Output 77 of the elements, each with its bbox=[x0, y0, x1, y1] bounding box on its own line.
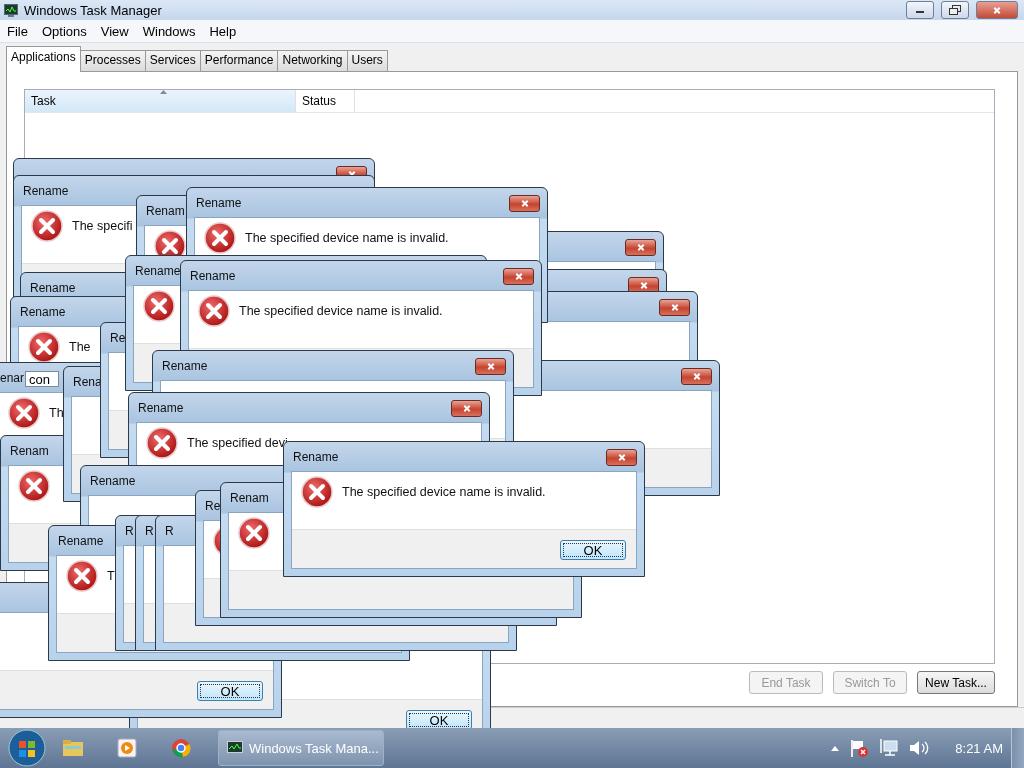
dialog-title: Rename bbox=[30, 280, 76, 295]
tab[interactable]: Performance bbox=[199, 50, 279, 71]
dialog-title: R bbox=[165, 523, 174, 538]
close-button[interactable] bbox=[681, 368, 712, 385]
app-icon bbox=[227, 741, 243, 755]
dialog-title: Re bbox=[110, 330, 126, 345]
dialog-title: Rename bbox=[20, 304, 66, 319]
app-icon bbox=[4, 3, 18, 17]
error-message: Th bbox=[49, 406, 64, 420]
menu-item[interactable]: Help bbox=[202, 23, 244, 39]
dialog-title: Rename bbox=[293, 449, 339, 464]
ok-button[interactable]: OK bbox=[406, 710, 472, 728]
dialog-title: Rename bbox=[162, 358, 208, 373]
dialog-title: Rename bbox=[135, 263, 181, 278]
close-button[interactable] bbox=[625, 239, 656, 256]
dialog-title: R bbox=[145, 523, 154, 538]
dialog-title: Rename bbox=[196, 195, 242, 210]
close-icon bbox=[513, 272, 524, 281]
dialog-title: enar bbox=[0, 370, 25, 385]
tab[interactable]: Networking bbox=[277, 50, 348, 71]
minimize-button[interactable] bbox=[906, 1, 934, 19]
tab[interactable]: Processes bbox=[79, 50, 146, 71]
error-message: The specified device name is invalid. bbox=[239, 304, 443, 318]
browser-icon[interactable] bbox=[171, 738, 191, 758]
close-button[interactable] bbox=[475, 358, 506, 375]
caret-icon[interactable] bbox=[831, 745, 840, 751]
close-icon bbox=[485, 362, 496, 371]
dialog-title: Rename bbox=[58, 533, 104, 548]
close-icon bbox=[669, 303, 680, 312]
speaker-icon[interactable] bbox=[909, 740, 930, 756]
error-message: T bbox=[107, 569, 115, 583]
close-button[interactable] bbox=[503, 268, 534, 285]
close-icon bbox=[691, 372, 702, 381]
close-icon bbox=[638, 281, 649, 290]
close-icon bbox=[992, 5, 1002, 15]
dialog-title: Re bbox=[205, 498, 221, 513]
close-icon bbox=[616, 453, 627, 462]
dialog-title: R bbox=[125, 523, 134, 538]
dialog-title: Rename bbox=[90, 473, 136, 488]
dialog-title: Renam bbox=[10, 443, 49, 458]
tab[interactable]: Users bbox=[346, 50, 388, 71]
dialog-title: Renam bbox=[146, 203, 185, 218]
error-message: The specifi bbox=[72, 219, 133, 233]
close-button[interactable] bbox=[659, 299, 690, 316]
clock[interactable]: 8:21 AM bbox=[955, 740, 1003, 756]
restore-button[interactable] bbox=[941, 1, 969, 19]
network-icon[interactable] bbox=[879, 739, 900, 757]
menu-item[interactable]: View bbox=[93, 23, 136, 39]
sort-arrow-icon bbox=[160, 90, 167, 94]
media-player-icon[interactable] bbox=[117, 738, 137, 758]
close-button[interactable] bbox=[509, 195, 540, 212]
menu-item[interactable]: Options bbox=[34, 23, 94, 39]
error-message: The specified device name is invalid. bbox=[342, 485, 546, 499]
flag-icon[interactable] bbox=[849, 738, 870, 758]
rename-field[interactable]: con bbox=[25, 371, 59, 387]
dialog-title: Rename bbox=[190, 268, 236, 283]
tab[interactable]: Services bbox=[144, 50, 201, 71]
close-icon bbox=[461, 404, 472, 413]
column-header[interactable]: Task bbox=[25, 90, 296, 112]
tab[interactable]: Applications bbox=[6, 46, 81, 72]
dialog-title: Rename bbox=[138, 400, 184, 415]
menu-item[interactable]: File bbox=[0, 23, 35, 39]
close-button[interactable] bbox=[451, 400, 482, 417]
dialog-title: Rename bbox=[23, 183, 69, 198]
ok-button[interactable]: OK bbox=[560, 540, 626, 560]
close-icon bbox=[635, 243, 646, 252]
action-button[interactable]: New Task... bbox=[917, 671, 995, 694]
menu-item[interactable]: Windows bbox=[135, 23, 203, 39]
restore-icon bbox=[949, 5, 961, 15]
start-button[interactable] bbox=[8, 729, 46, 767]
ok-button[interactable]: OK bbox=[197, 681, 263, 701]
error-message: The bbox=[69, 340, 91, 354]
window-title: Windows Task Manager bbox=[24, 2, 163, 18]
close-icon bbox=[519, 199, 530, 208]
dialog-title: Renam bbox=[230, 490, 269, 505]
close-button[interactable] bbox=[606, 449, 637, 466]
error-message: The specified device name is invalid. bbox=[245, 231, 449, 245]
